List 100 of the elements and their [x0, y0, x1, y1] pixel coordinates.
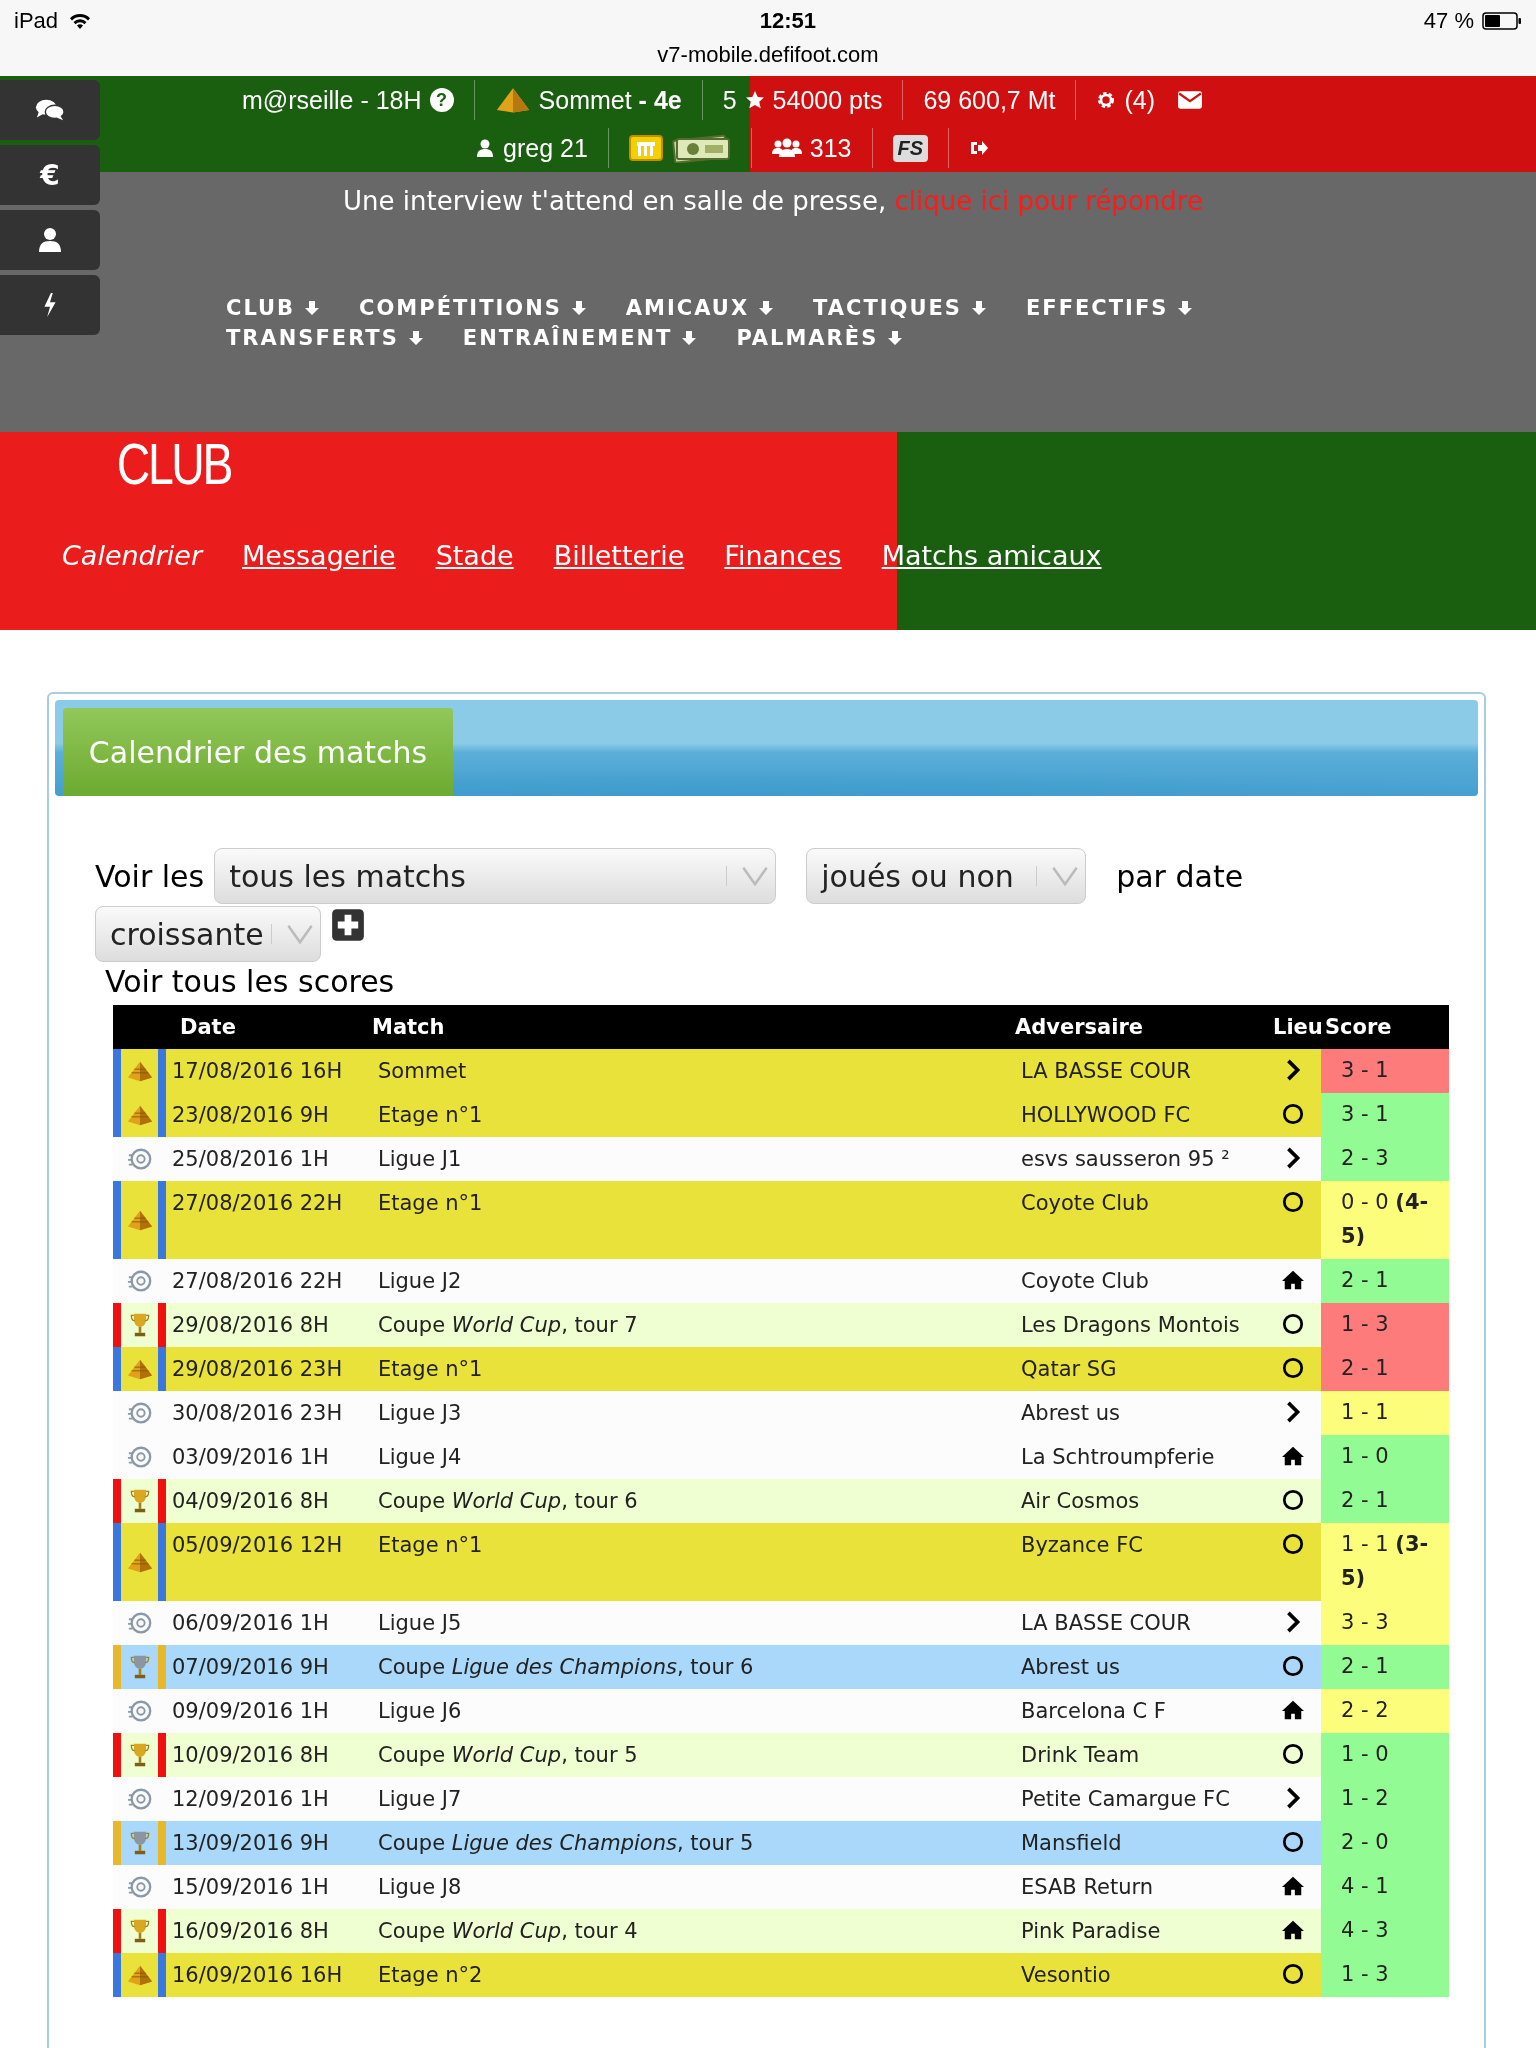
score-cell: 2 - 1 — [1321, 1347, 1449, 1391]
date-cell-text: 23/08/2016 9H — [171, 1102, 330, 1129]
opponent-cell-text: esvs sausseron 95 ² — [1020, 1146, 1231, 1173]
date-cell-text: 27/08/2016 22H — [171, 1190, 344, 1217]
opponent-cell-text: Abrest us — [1020, 1400, 1121, 1427]
all-scores-link[interactable]: Voir tous les scores — [55, 962, 1478, 999]
down-arrow-icon — [682, 330, 697, 346]
date-cell-text: 15/09/2016 1H — [171, 1874, 330, 1901]
score-cell: 2 - 1 — [1321, 1259, 1449, 1303]
score-cell: 1 - 3 — [1321, 1953, 1449, 1997]
score-cell: 1 - 1 — [1321, 1391, 1449, 1435]
order-select[interactable]: croissante — [95, 906, 321, 962]
section-tab[interactable]: Calendrier — [62, 540, 203, 571]
match-cell-text: Etage n°2 — [377, 1962, 484, 1989]
money: 69 600,7 Mt — [923, 85, 1056, 115]
notification-count[interactable]: (4) — [1124, 85, 1156, 115]
side-menu-button[interactable]: € — [0, 145, 100, 205]
menu-item[interactable]: TRANSFERTS — [226, 326, 423, 350]
opponent-cell-text: Byzance FC — [1020, 1532, 1144, 1559]
match-cell-text: Ligue J4 — [377, 1444, 463, 1471]
date-cell-text: 17/08/2016 16H — [171, 1058, 344, 1085]
date-cell-text: 29/08/2016 23H — [171, 1356, 344, 1383]
circle-icon — [1282, 1103, 1304, 1125]
opponent-cell-text: HOLLYWOOD FC — [1020, 1102, 1192, 1129]
user-name[interactable]: greg 21 — [503, 133, 588, 163]
opponent-cell-text: Pink Paradise — [1020, 1918, 1162, 1945]
fan-count: 313 — [809, 133, 852, 163]
date-cell-text: 12/09/2016 1H — [171, 1786, 330, 1813]
house-icon — [1282, 1699, 1304, 1721]
match-cell-text: Ligue J1 — [377, 1146, 463, 1173]
section-tab[interactable]: Stade — [435, 540, 514, 571]
match-cell-text: Ligue J8 — [377, 1874, 463, 1901]
url-bar[interactable]: v7-mobile.defifoot.com — [0, 42, 1536, 68]
score-cell: 3 - 1 — [1321, 1093, 1449, 1137]
stadium-icon[interactable] — [628, 134, 663, 162]
match-cell-text: Ligue J5 — [377, 1610, 463, 1637]
star-count: 5 — [722, 85, 737, 115]
menu-item[interactable]: ENTRAÎNEMENT — [462, 326, 697, 350]
opponent-cell-text: Coyote Club — [1020, 1268, 1150, 1295]
score-cell: 3 - 3 — [1321, 1601, 1449, 1645]
opponent-cell-text: LA BASSE COUR — [1020, 1058, 1192, 1085]
score-cell: 0 - 0 (4-5) — [1321, 1181, 1449, 1259]
ball-icon — [126, 1610, 153, 1636]
side-menu-button[interactable] — [0, 210, 100, 270]
menu-item[interactable]: TACTIQUES — [813, 296, 986, 320]
opponent-cell-text: Barcelona C F — [1020, 1698, 1167, 1725]
house-icon — [1282, 1445, 1304, 1467]
score-cell: 4 - 1 — [1321, 1865, 1449, 1909]
score-cell: 1 - 2 — [1321, 1777, 1449, 1821]
played-select[interactable]: joués ou non — [806, 848, 1087, 904]
menu-item[interactable]: PALMARÈS — [736, 326, 903, 350]
menu-item[interactable]: COMPÉTITIONS — [359, 296, 586, 320]
match-cell-text: Ligue J2 — [377, 1268, 463, 1295]
menu-item[interactable]: EFFECTIFS — [1025, 296, 1193, 320]
side-menu-button[interactable] — [0, 80, 100, 140]
device-name: iPad — [14, 8, 59, 34]
score-cell: 2 - 1 — [1321, 1645, 1449, 1689]
score-cell: 1 - 3 — [1321, 1303, 1449, 1347]
pyramid-icon — [494, 86, 531, 114]
date-cell-text: 06/09/2016 1H — [171, 1610, 330, 1637]
battery-icon — [1482, 12, 1522, 30]
section-tab[interactable]: Messagerie — [242, 540, 396, 571]
match-cell-text: Etage n°1 — [377, 1102, 484, 1129]
settings-icon[interactable] — [1096, 90, 1117, 110]
match-cell-text: Etage n°1 — [377, 1190, 484, 1217]
column-header: Score — [1324, 1015, 1393, 1039]
opponent-cell-text: Qatar SG — [1020, 1356, 1118, 1383]
down-arrow-icon — [888, 330, 903, 346]
opponent-cell-text: Les Dragons Montois — [1020, 1312, 1241, 1339]
circle-icon — [1282, 1489, 1304, 1511]
circle-icon — [1282, 1357, 1304, 1379]
match-cell-text: Sommet — [377, 1058, 468, 1085]
mail-icon[interactable] — [1177, 90, 1204, 110]
opponent-cell-text: Petite Camargue FC — [1020, 1786, 1231, 1813]
match-type-select[interactable]: tous les matchs — [214, 848, 777, 904]
opponent-cell-text: Vesontio — [1020, 1962, 1112, 1989]
menu-item[interactable]: AMICAUX — [625, 296, 774, 320]
ball-icon — [126, 1786, 153, 1812]
ball-icon — [126, 1874, 153, 1900]
date-cell-text: 16/09/2016 16H — [171, 1962, 344, 1989]
down-arrow-icon — [971, 300, 986, 316]
menu-item[interactable]: CLUB — [226, 296, 320, 320]
circle-icon — [1282, 1533, 1304, 1555]
match-cell-text: Coupe World Cup, tour 4 — [377, 1918, 639, 1945]
match-cell-text: Ligue J7 — [377, 1786, 463, 1813]
fs-badge[interactable]: FS — [892, 134, 929, 162]
circle-icon — [1282, 1963, 1304, 1985]
date-cell-text: 27/08/2016 22H — [171, 1268, 344, 1295]
add-icon[interactable] — [331, 908, 365, 942]
score-cell: 1 - 0 — [1321, 1435, 1449, 1479]
banknotes-icon[interactable] — [670, 133, 731, 163]
date-cell-text: 03/09/2016 1H — [171, 1444, 330, 1471]
house-icon — [1282, 1269, 1304, 1291]
ball-icon — [126, 1146, 153, 1172]
score-cell: 1 - 0 — [1321, 1733, 1449, 1777]
help-button[interactable]: ? — [429, 88, 454, 112]
section-tab[interactable]: Finances — [724, 540, 842, 571]
column-header: Match — [372, 1015, 446, 1039]
section-tab[interactable]: Billetterie — [553, 540, 685, 571]
date-cell-text: 13/09/2016 9H — [171, 1830, 330, 1857]
